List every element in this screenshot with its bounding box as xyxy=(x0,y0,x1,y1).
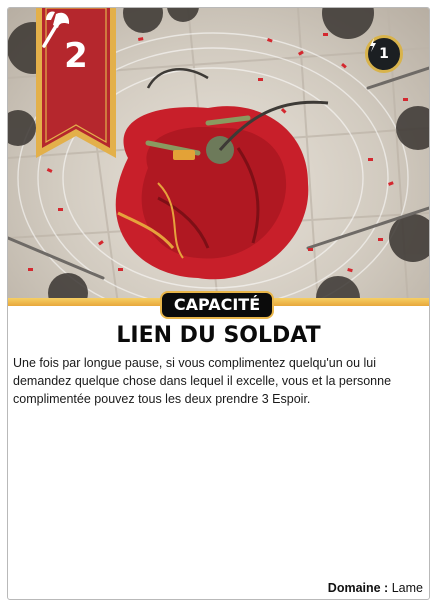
level-banner: 2 xyxy=(36,8,116,158)
domain-label: Domaine : xyxy=(327,581,389,595)
card-domain: Domaine : Lame xyxy=(328,580,423,596)
card-type: CAPACITÉ xyxy=(160,291,274,319)
domain-value: Lame xyxy=(391,581,423,595)
hope-cost: 1 xyxy=(379,46,389,62)
card-title: LIEN DU SOLDAT xyxy=(116,323,321,348)
axe-icon xyxy=(42,11,70,48)
card-artwork: 2 1 xyxy=(8,8,429,304)
hope-icon xyxy=(370,38,376,52)
ability-card: 2 1 CAPACITÉ LIEN DU SOLDAT Une fois par… xyxy=(7,7,430,600)
card-text: Une fois par longue pause, si vous compl… xyxy=(13,356,392,406)
hope-cost-badge: 1 xyxy=(365,35,403,73)
